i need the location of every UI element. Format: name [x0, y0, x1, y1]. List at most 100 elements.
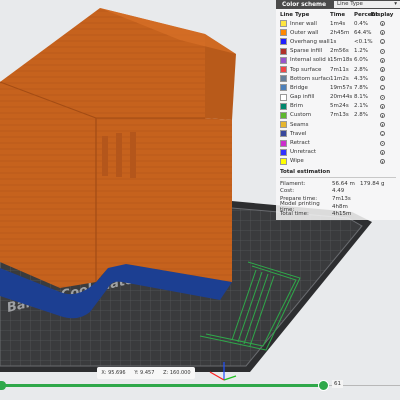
layer-slider-fill — [0, 384, 324, 387]
legend-row-type: Gap infill — [276, 93, 330, 101]
color-swatch — [280, 75, 287, 83]
legend-row[interactable]: Sparse infill 2m56s 1.2% — [276, 47, 400, 56]
legend-row-type: Unretract — [276, 148, 330, 156]
color-swatch — [280, 148, 287, 156]
legend-row-time: 19m57s — [330, 84, 353, 91]
eye-icon[interactable] — [379, 76, 385, 82]
legend-row-type: Retract — [276, 139, 330, 147]
legend-row-display[interactable] — [372, 112, 392, 118]
eye-icon[interactable] — [379, 21, 385, 27]
eye-icon[interactable] — [379, 67, 385, 73]
estimation-key: Filament: — [280, 180, 306, 187]
legend-row[interactable]: Retract — [276, 138, 400, 147]
estimation-value: 56.64 m — [332, 180, 355, 187]
legend-row-label: Overhang wall — [290, 38, 330, 45]
eye-icon[interactable] — [379, 112, 385, 118]
legend-row[interactable]: Brim 5m24s 2.1% — [276, 102, 400, 111]
color-scheme-select[interactable]: Line Type ▾ — [334, 1, 400, 8]
legend-row-display[interactable] — [372, 48, 392, 54]
legend-row[interactable]: Gap infill 20m44s 8.1% — [276, 93, 400, 102]
legend-row[interactable]: Overhang wall 1s <0.1% — [276, 37, 400, 46]
legend-row-type: Travel — [276, 130, 330, 138]
color-swatch — [280, 38, 287, 46]
legend-row-display[interactable] — [372, 30, 392, 36]
eye-icon[interactable] — [379, 30, 385, 36]
legend-row-display[interactable] — [372, 149, 392, 155]
legend-row[interactable]: Custom 7m13s 2.8% — [276, 111, 400, 120]
legend-row-percent: 2.8% — [354, 112, 368, 119]
legend-row-type: Outer wall — [276, 29, 330, 37]
eye-icon[interactable] — [379, 149, 385, 155]
color-swatch — [280, 102, 287, 110]
eye-icon[interactable] — [379, 48, 385, 54]
legend-row-display[interactable] — [372, 21, 392, 27]
estimation-row: Model printing time: 4h8m — [276, 201, 400, 213]
chevron-down-icon: ▾ — [394, 1, 397, 7]
legend-columns: Line Type Time Percent Display — [276, 10, 400, 19]
legend-row-time: 1s — [330, 38, 337, 45]
eye-icon[interactable] — [379, 57, 385, 63]
eye-icon[interactable] — [379, 85, 385, 91]
eye-icon[interactable] — [379, 140, 385, 146]
eye-icon[interactable] — [379, 94, 385, 100]
divider — [280, 177, 396, 178]
legend-row-display[interactable] — [372, 103, 392, 109]
color-swatch — [280, 56, 287, 64]
legend-row[interactable]: Wipe — [276, 157, 400, 166]
legend-row-display[interactable] — [372, 131, 392, 137]
eye-icon[interactable] — [379, 39, 385, 45]
total-estimation-title: Total estimation — [280, 169, 331, 175]
legend-row-display[interactable] — [372, 158, 392, 164]
legend-row-time: 2m56s — [330, 48, 349, 55]
legend-row[interactable]: Top surface 7m11s 2.8% — [276, 65, 400, 74]
legend-row-time: 2h45m — [330, 29, 350, 36]
legend-row-type: Seams — [276, 121, 330, 129]
legend-row-display[interactable] — [372, 122, 392, 128]
legend-row-display[interactable] — [372, 94, 392, 100]
eye-icon[interactable] — [379, 131, 385, 137]
eye-icon[interactable] — [379, 158, 385, 164]
coord-z: Z: 160.000 — [163, 370, 191, 376]
legend-row-type: Inner wall — [276, 20, 330, 28]
estimation-row: Filament: 56.64 m 179.84 g — [276, 180, 400, 188]
legend-row-display[interactable] — [372, 57, 392, 63]
legend-row-label: Bridge — [290, 84, 308, 91]
color-swatch — [280, 111, 287, 119]
legend-row-label: Inner wall — [290, 20, 317, 27]
legend-row-label: Seams — [290, 121, 309, 128]
color-swatch — [280, 20, 287, 28]
legend-row-display[interactable] — [372, 67, 392, 73]
estimation-value: 4.49 — [332, 188, 345, 195]
estimation-key: Cost: — [280, 188, 295, 195]
legend-rows: Inner wall 1m4s 0.4% Outer wall 2h45m 64.4% Ov… — [276, 19, 400, 166]
layer-slider-thumb[interactable] — [318, 380, 329, 391]
legend-row-percent: 1.2% — [354, 48, 368, 55]
legend-row[interactable]: Seams — [276, 120, 400, 129]
estimation-value: 7m13s — [332, 195, 351, 202]
eye-icon[interactable] — [379, 103, 385, 109]
color-swatch — [280, 130, 287, 138]
legend-row-display[interactable] — [372, 140, 392, 146]
eye-icon[interactable] — [379, 122, 385, 128]
coord-x: X: 95.696 — [101, 370, 126, 376]
legend-row-display[interactable] — [372, 85, 392, 91]
legend-row[interactable]: Outer wall 2h45m 64.4% — [276, 28, 400, 37]
legend-row[interactable]: Bottom surface 11m2s 4.3% — [276, 74, 400, 83]
color-scheme-title: Color scheme — [282, 1, 327, 8]
legend-row-label: Sparse infill — [290, 48, 323, 55]
estimation-row: Cost: 4.49 — [276, 188, 400, 196]
legend-row-display[interactable] — [372, 76, 392, 82]
legend-row[interactable]: Inner wall 1m4s 0.4% — [276, 19, 400, 28]
estimation-rows: Filament: 56.64 m 179.84 g Cost: 4.49 Prepare… — [276, 180, 400, 218]
legend-row-type: Overhang wall — [276, 38, 330, 46]
legend-row-time: 5m24s — [330, 103, 349, 110]
legend-row[interactable]: Bridge 19m57s 7.8% — [276, 83, 400, 92]
coordinates-readout: X: 95.696 Y: 9.457 Z: 160.000 — [97, 367, 195, 379]
legend-row-display[interactable] — [372, 39, 392, 45]
legend-row-label: Brim — [290, 103, 303, 110]
legend-row[interactable]: Unretract — [276, 148, 400, 157]
legend-row-percent: 64.4% — [354, 29, 372, 36]
legend-row[interactable]: Internal solid infill15m18s6.0% — [276, 56, 400, 65]
legend-row[interactable]: Travel — [276, 129, 400, 138]
legend-row-time: 7m13s — [330, 112, 349, 119]
